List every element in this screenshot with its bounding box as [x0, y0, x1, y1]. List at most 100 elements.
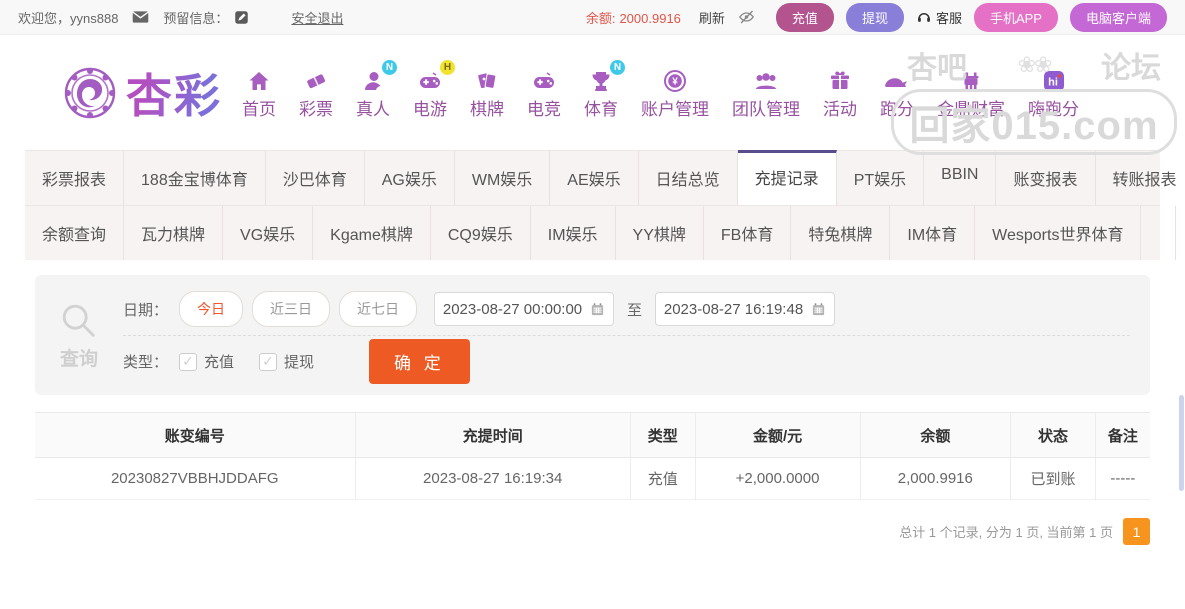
- nav-item-sports[interactable]: N 体育: [584, 66, 618, 120]
- tab-tetu-games[interactable]: 特兔棋牌: [791, 206, 890, 260]
- range-today-button[interactable]: 今日: [179, 291, 243, 327]
- nav-item-esports[interactable]: 电竞: [527, 66, 561, 120]
- confirm-button[interactable]: 确 定: [369, 339, 470, 384]
- customer-service[interactable]: 客服: [916, 8, 962, 27]
- calendar-icon: [590, 302, 605, 317]
- nav-label: 体育: [584, 95, 618, 120]
- nav-item-paofen[interactable]: 跑分: [880, 66, 914, 120]
- hi-app-icon: hi: [1042, 66, 1066, 93]
- tab-bbin[interactable]: BBIN: [924, 151, 996, 205]
- tab-im-casino[interactable]: IM娱乐: [531, 206, 616, 260]
- tab-wm-casino[interactable]: WM娱乐: [455, 151, 550, 205]
- balance-value: 2000.9916: [619, 11, 680, 26]
- range-3days-button[interactable]: 近三日: [252, 291, 330, 327]
- edit-pencil-icon[interactable]: [234, 10, 249, 25]
- nav-item-promotions[interactable]: 活动: [823, 66, 857, 120]
- date-from-value: 2023-08-27 00:00:00: [443, 301, 582, 318]
- checkbox-icon: ✓: [179, 353, 197, 371]
- nav-label: 真人: [356, 95, 390, 120]
- type-withdraw-checkbox[interactable]: ✓ 提现: [259, 351, 314, 372]
- tab-wali-games[interactable]: 瓦力棋牌: [124, 206, 223, 260]
- logout-link[interactable]: 安全退出: [291, 8, 343, 27]
- balance-display: 余额:2000.9916: [586, 8, 681, 27]
- tab-transfer-report[interactable]: 转账报表: [1096, 151, 1185, 205]
- search-icon: [58, 300, 100, 342]
- svg-text:hi: hi: [1048, 76, 1058, 88]
- tab-kgame-games[interactable]: Kgame棋牌: [313, 206, 431, 260]
- range-7days-button[interactable]: 近七日: [339, 291, 417, 327]
- nav-label: 跑分: [880, 95, 914, 120]
- date-label: 日期：: [123, 299, 168, 320]
- nav-item-live[interactable]: N 真人: [356, 66, 390, 120]
- cell-amount: +2,000.0000: [695, 458, 860, 500]
- nav-label: 首页: [242, 95, 276, 120]
- tab-saba-sports[interactable]: 沙巴体育: [266, 151, 365, 205]
- tab-ag-casino[interactable]: AG娱乐: [365, 151, 455, 205]
- svg-text:¥: ¥: [672, 76, 678, 87]
- date-to-input[interactable]: 2023-08-27 16:19:48: [655, 292, 835, 326]
- col-header-time: 充提时间: [355, 413, 630, 458]
- type-filter-row: 类型： ✓ 充值 ✓ 提现 确 定: [123, 335, 1130, 387]
- tab-deposit-withdraw-records[interactable]: 充提记录: [738, 150, 837, 205]
- col-header-record-id: 账变编号: [35, 413, 355, 458]
- filter-body: 日期： 今日 近三日 近七日 2023-08-27 00:00:00 至 202…: [123, 283, 1150, 387]
- nav-item-jinding[interactable]: 金鼎财富: [937, 66, 1005, 120]
- tab-fb-sports[interactable]: FB体育: [704, 206, 791, 260]
- trophy-icon: N: [589, 66, 613, 93]
- brand-logo[interactable]: 杏彩: [62, 60, 222, 126]
- cell-balance: 2,000.9916: [860, 458, 1011, 500]
- nav-item-hipaofen[interactable]: hi 嗨跑分: [1028, 66, 1079, 120]
- query-label: 查询: [60, 344, 98, 371]
- col-header-remark: 备注: [1095, 413, 1150, 458]
- tab-188bet-sports[interactable]: 188金宝博体育: [124, 151, 266, 205]
- type-deposit-checkbox[interactable]: ✓ 充值: [179, 351, 234, 372]
- nav-item-team[interactable]: 团队管理: [732, 66, 800, 120]
- nav-item-account[interactable]: ¥ 账户管理: [641, 66, 709, 120]
- report-tabs: 彩票报表 188金宝博体育 沙巴体育 AG娱乐 WM娱乐 AE娱乐 日结总览 充…: [25, 150, 1160, 260]
- pc-client-button[interactable]: 电脑客户端: [1070, 3, 1167, 32]
- nav-item-egames[interactable]: H 电游: [413, 66, 447, 120]
- topbar: 欢迎您，yyns888 预留信息： 安全退出 余额:2000.9916 刷新 充…: [0, 0, 1185, 35]
- rhino-icon: [883, 66, 911, 93]
- eye-slash-icon[interactable]: [737, 9, 756, 25]
- live-person-icon: N: [361, 66, 385, 93]
- tab-yy-games[interactable]: YY棋牌: [616, 206, 704, 260]
- mobile-app-button[interactable]: 手机APP: [974, 3, 1058, 32]
- deposit-button[interactable]: 充值: [776, 3, 834, 32]
- withdraw-button[interactable]: 提现: [846, 3, 904, 32]
- tab-account-change-report[interactable]: 账变报表: [996, 151, 1095, 205]
- topbar-right: 余额:2000.9916 刷新 充值 提现 客服 手机APP 电脑客户端: [586, 3, 1167, 32]
- refresh-button[interactable]: 刷新: [699, 8, 725, 27]
- checkbox-label: 充值: [204, 351, 234, 372]
- date-from-input[interactable]: 2023-08-27 00:00:00: [434, 292, 614, 326]
- tab-ae-casino[interactable]: AE娱乐: [550, 151, 638, 205]
- tab-lottery-report[interactable]: 彩票报表: [25, 151, 124, 205]
- page-1-button[interactable]: 1: [1123, 518, 1150, 545]
- nav-label: 棋牌: [470, 95, 504, 120]
- date-to-value: 2023-08-27 16:19:48: [664, 301, 803, 318]
- status-badge: 已到账: [1011, 458, 1096, 500]
- esports-gamepad-icon: [531, 66, 557, 93]
- nav-item-boardgames[interactable]: 棋牌: [470, 66, 504, 120]
- tab-daily-summary[interactable]: 日结总览: [639, 151, 738, 205]
- tab-vg-casino[interactable]: VG娱乐: [223, 206, 313, 260]
- date-filter-row: 日期： 今日 近三日 近七日 2023-08-27 00:00:00 至 202…: [123, 283, 1130, 335]
- reserved-info-label: 预留信息：: [163, 8, 228, 27]
- team-icon: [753, 66, 779, 93]
- tab-balance-query[interactable]: 余额查询: [25, 206, 124, 260]
- tab-wesports[interactable]: Wesports世界体育: [975, 206, 1141, 260]
- table-row: 20230827VBBHJDDAFG 2023-08-27 16:19:34 充…: [35, 458, 1150, 500]
- col-header-type: 类型: [630, 413, 695, 458]
- nav-item-home[interactable]: 首页: [242, 66, 276, 120]
- tab-pt-casino[interactable]: PT娱乐: [837, 151, 924, 205]
- cell-type: 充值: [630, 458, 695, 500]
- col-header-amount: 金额/元: [695, 413, 860, 458]
- query-block[interactable]: 查询: [35, 283, 123, 387]
- tab-cq9-casino[interactable]: CQ9娱乐: [431, 206, 531, 260]
- welcome-text: 欢迎您，yyns888: [18, 8, 118, 27]
- type-label: 类型：: [123, 351, 168, 372]
- tab-im-sports[interactable]: IM体育: [890, 206, 975, 260]
- envelope-icon[interactable]: [132, 10, 149, 24]
- scrollbar-thumb[interactable]: [1179, 395, 1184, 491]
- nav-item-lottery[interactable]: 彩票: [299, 66, 333, 120]
